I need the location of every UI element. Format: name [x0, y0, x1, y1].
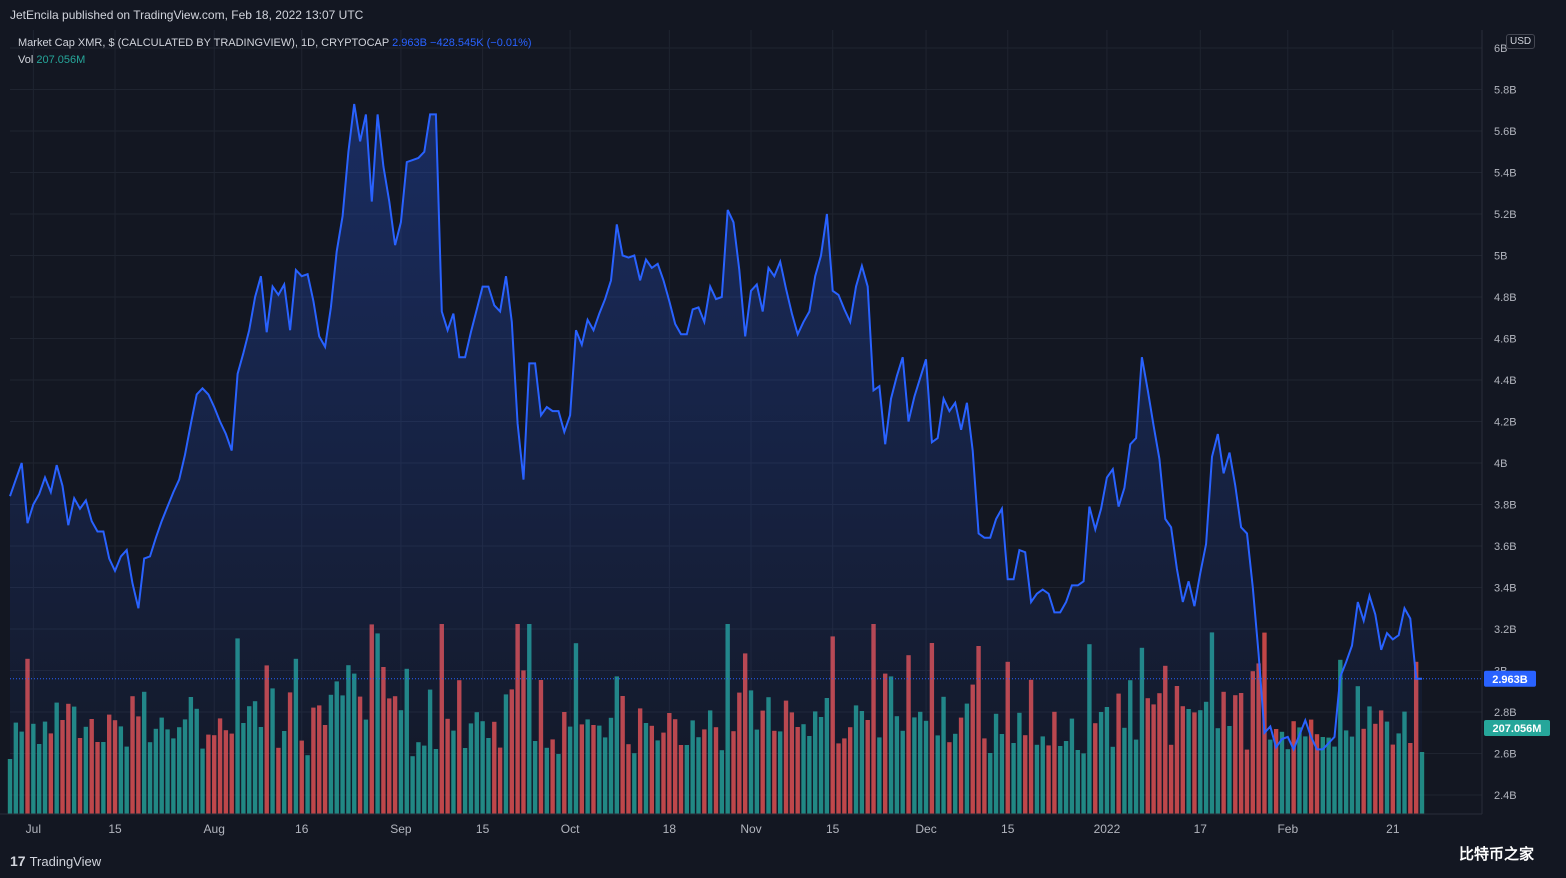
- time-tick-label: Nov: [740, 822, 761, 836]
- legend-change: −428.545K (−0.01%): [430, 37, 532, 49]
- time-tick-label: Feb: [1277, 822, 1298, 836]
- legend-volume-row: Vol 207.056M: [18, 52, 532, 69]
- price-tick-label: 4.6B: [1494, 334, 1517, 346]
- price-tick-label: 2.8B: [1494, 707, 1517, 719]
- time-tick-label: Aug: [204, 822, 225, 836]
- legend-last-value: 2.963B: [392, 37, 427, 49]
- legend-main-row: Market Cap XMR, $ (CALCULATED BY TRADING…: [18, 35, 532, 52]
- publisher-info: JetEncila published on TradingView.com, …: [10, 8, 364, 22]
- time-tick-label: 15: [476, 822, 490, 836]
- price-axis[interactable]: 6B5.8B5.6B5.4B5.2B5B4.8B4.6B4.4B4.2B4B3.…: [1481, 30, 1517, 814]
- time-tick-label: 15: [108, 822, 122, 836]
- price-tick-label: 4B: [1494, 458, 1507, 470]
- price-tick-label: 5.6B: [1494, 126, 1517, 138]
- price-tick-label: 3.8B: [1494, 500, 1517, 512]
- top-bar: JetEncila published on TradingView.com, …: [0, 0, 1566, 30]
- price-tick-label: 3.4B: [1494, 583, 1517, 595]
- time-tick-label: Sep: [390, 822, 412, 836]
- price-tick-label: 5.2B: [1494, 209, 1517, 221]
- time-tick-label: 21: [1386, 822, 1400, 836]
- currency-button[interactable]: USD: [1506, 34, 1536, 49]
- time-tick-label: 2022: [1094, 822, 1121, 836]
- last-volume-tag: 207.056M: [1493, 723, 1542, 735]
- time-tick-label: Oct: [561, 822, 580, 836]
- time-axis[interactable]: Jul 15 Aug 16 Sep 15 Oct 18 Nov 15 Dec 15 2022 17 Feb 2…: [0, 813, 1482, 836]
- price-tick-label: 4.8B: [1494, 292, 1517, 304]
- price-tick-label: 3.6B: [1494, 541, 1517, 553]
- chart-legend: Market Cap XMR, $ (CALCULATED BY TRADING…: [18, 35, 532, 69]
- time-tick-label: 15: [1001, 822, 1015, 836]
- time-tick-label: 16: [295, 822, 309, 836]
- last-price-tag: 2.963B: [1492, 674, 1528, 686]
- tradingview-brand: TradingView: [29, 853, 102, 869]
- price-tick-label: 5.8B: [1494, 85, 1517, 97]
- chart-area[interactable]: 6B5.8B5.6B5.4B5.2B5B4.8B4.6B4.4B4.2B4B3.…: [0, 30, 1566, 843]
- price-tick-label: 2.4B: [1494, 790, 1517, 802]
- price-tick-label: 5.4B: [1494, 168, 1517, 180]
- time-tick-label: Jul: [26, 822, 41, 836]
- price-tick-label: 5B: [1494, 251, 1507, 263]
- price-tick-label: 4.4B: [1494, 375, 1517, 387]
- price-tick-label: 3.2B: [1494, 624, 1517, 636]
- price-tick-label: 2.6B: [1494, 749, 1517, 761]
- time-tick-label: 18: [663, 822, 677, 836]
- legend-vol-label: Vol: [18, 54, 34, 66]
- legend-vol-value: 207.056M: [36, 54, 86, 66]
- market-cap-area: [10, 104, 1422, 814]
- footer: [0, 843, 1566, 878]
- watermark: 比特币之家: [1458, 846, 1534, 863]
- time-tick-label: 15: [826, 822, 840, 836]
- time-tick-label: 17: [1194, 822, 1208, 836]
- time-tick-label: Dec: [915, 822, 936, 836]
- price-tick-label: 4.2B: [1494, 417, 1517, 429]
- price-tags: 2.963B 207.056M: [1484, 670, 1550, 736]
- tradingview-mark-icon: 17: [10, 853, 26, 869]
- tradingview-logo[interactable]: 17 TradingView: [10, 853, 101, 869]
- legend-title: Market Cap XMR, $ (CALCULATED BY TRADING…: [18, 37, 390, 49]
